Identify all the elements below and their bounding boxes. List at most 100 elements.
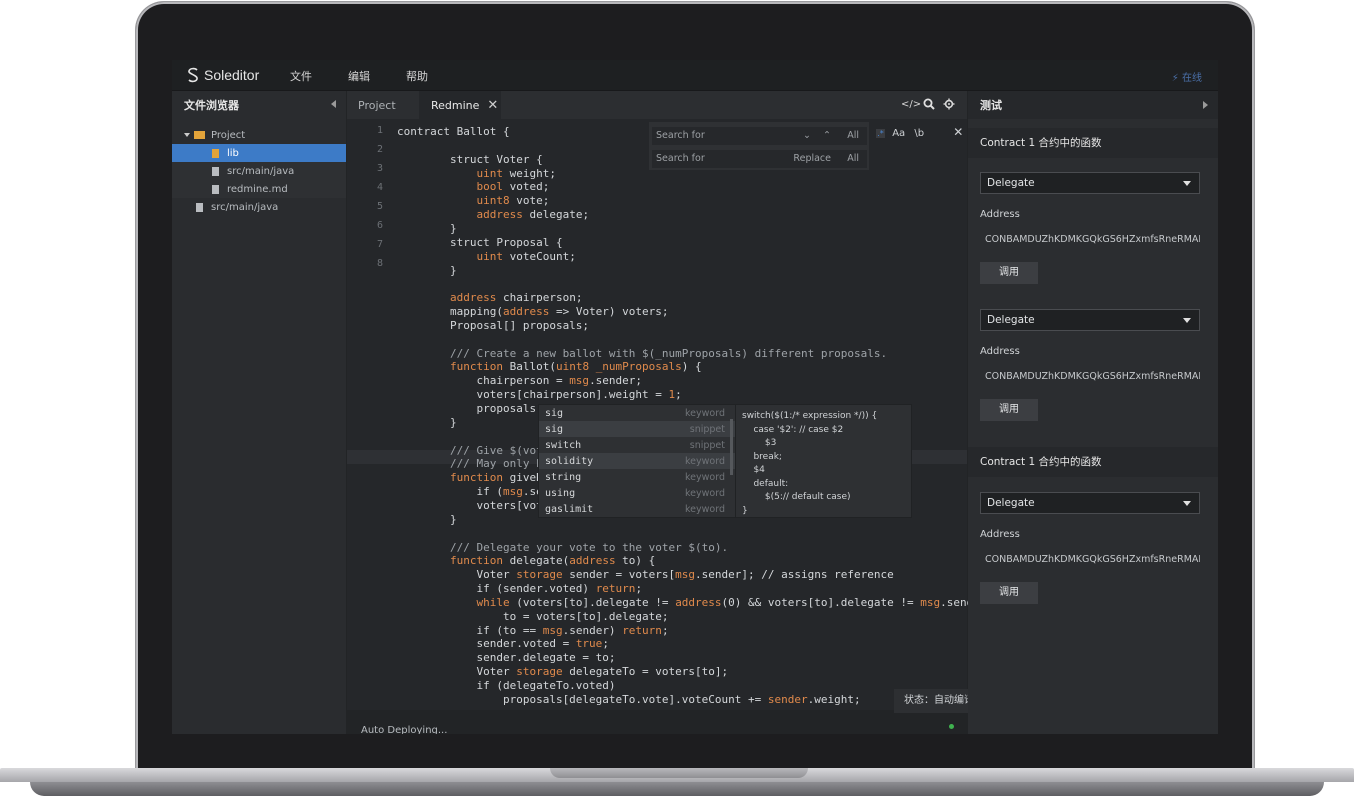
code-token: voteCount;: [502, 249, 576, 263]
find-next-icon[interactable]: ⌄: [803, 127, 811, 145]
settings-gear-icon[interactable]: [943, 98, 955, 110]
snippet-doc-line: $(5:// default case): [742, 492, 851, 502]
code-keyword: msg: [542, 623, 563, 637]
tree-item-lib[interactable]: lib: [172, 144, 346, 162]
tree-item-src-main-java-2[interactable]: src/main/java: [172, 198, 346, 216]
code-token: .sender;: [589, 374, 643, 388]
code-line: voters[chairperson].weight = 1;: [397, 388, 681, 402]
snippet-doc-line: break;: [742, 451, 782, 462]
code-keyword: address: [675, 595, 722, 609]
code-line: /// Delegate your vote to the voter $(to…: [397, 541, 728, 555]
close-tab-icon[interactable]: ✕: [487, 98, 498, 113]
autocomplete-item[interactable]: using keyword: [539, 485, 735, 501]
autocomplete-item[interactable]: switch snippet: [539, 437, 735, 453]
code-keyword: uint: [476, 166, 503, 180]
search-icon[interactable]: [923, 98, 935, 110]
find-input-placeholder: Search for: [656, 130, 705, 141]
call-button[interactable]: 调用: [980, 399, 1038, 421]
replace-input[interactable]: Search for Replace All: [652, 150, 867, 168]
code-token: giveR: [502, 471, 543, 485]
code-line: }: [397, 264, 457, 278]
code-line: chairperson = msg.sender;: [397, 374, 642, 388]
tree-item-label: src/main/java: [211, 201, 279, 213]
address-field[interactable]: CONBAMDUZhKDMKGQkGS6HZxmfsRneRMAFE: [980, 229, 1200, 251]
address-label: Address: [980, 529, 1020, 540]
autocomplete-scrollbar[interactable]: [730, 419, 733, 475]
address-field[interactable]: CONBAMDUZhKDMKGQkGS6HZxmfsRneRMAFE: [980, 366, 1200, 388]
tree-item-src-main-java[interactable]: src/main/java: [172, 162, 346, 180]
code-line: Voter storage delegateTo = voters[to];: [397, 665, 728, 679]
menu-help[interactable]: 帮助: [406, 68, 428, 84]
code-token: chairperson =: [397, 374, 570, 388]
code-icon[interactable]: </>: [901, 99, 921, 110]
find-input[interactable]: Search for ⌄ ⌃ All: [652, 127, 867, 145]
code-token: if (delegateTo.voted): [397, 679, 616, 692]
tree-item-project[interactable]: Project: [172, 126, 346, 144]
tree-item-redmine-md[interactable]: redmine.md: [172, 180, 346, 198]
find-options: .* Aa \b ✕: [876, 125, 963, 139]
file-explorer-header: 文件浏览器: [172, 91, 346, 119]
regex-toggle-icon[interactable]: .*: [876, 129, 885, 138]
autocomplete-label: using: [545, 487, 576, 499]
code-line: /// Give $(vot: [397, 444, 543, 458]
file-icon: [212, 148, 219, 158]
autocomplete-item[interactable]: solidity keyword: [539, 453, 735, 469]
autocomplete-item[interactable]: gaslimit keyword: [539, 501, 735, 517]
contract-section-title: Contract 1 合约中的函数: [968, 447, 1218, 477]
autocomplete-item[interactable]: sig keyword: [539, 405, 735, 421]
line-number-gutter: 1 2 3 4 5 6 7 8: [347, 119, 397, 734]
close-find-icon[interactable]: ✕: [953, 125, 963, 139]
address-field[interactable]: CONBAMDUZhKDMKGQkGS6HZxmfsRneRMAFE: [980, 549, 1200, 571]
chevron-down-icon: [1183, 181, 1191, 186]
code-token: if (to ==: [397, 623, 543, 637]
code-keyword: msg: [569, 374, 590, 388]
editor-tabs: Project Redmine ✕ </>: [347, 91, 967, 119]
autocomplete-kind: keyword: [685, 407, 725, 419]
code-keyword: address: [569, 554, 616, 568]
code-keyword: uint8: [476, 194, 510, 208]
find-all-button[interactable]: All: [847, 127, 859, 145]
call-button[interactable]: 调用: [980, 262, 1038, 284]
code-token: struct Voter {: [397, 152, 543, 166]
code-keyword: return: [622, 623, 662, 637]
menu-file[interactable]: 文件: [290, 68, 312, 84]
function-select[interactable]: Delegate: [980, 309, 1200, 331]
replace-all-button[interactable]: All: [847, 150, 859, 168]
find-prev-icon[interactable]: ⌃: [823, 127, 831, 145]
tab-redmine[interactable]: Redmine ✕: [419, 91, 501, 119]
code-line: address chairperson;: [397, 291, 582, 305]
code-line: address delegate;: [397, 208, 589, 222]
expand-right-icon[interactable]: [1203, 101, 1208, 109]
tab-project[interactable]: Project: [347, 91, 417, 119]
menu-edit[interactable]: 编辑: [348, 68, 370, 84]
code-line: Voter storage sender = voters[msg.sender…: [397, 568, 893, 582]
code-line: sender.delegate = to;: [397, 651, 615, 665]
address-label: Address: [980, 346, 1020, 357]
code-token: mapping(: [397, 305, 503, 319]
find-widget: Search for ⌄ ⌃ All Search for Replace Al…: [648, 121, 870, 171]
soleditor-logo-icon: [188, 67, 198, 83]
code-line: contract Ballot {: [397, 125, 510, 139]
code-token: to = voters[to].delegate;: [397, 609, 669, 623]
autocomplete-item[interactable]: sig snippet: [539, 421, 735, 437]
whole-word-toggle[interactable]: \b: [914, 128, 924, 139]
replace-button[interactable]: Replace: [793, 150, 831, 168]
code-line: function Ballot(uint8 _numProposals) {: [397, 360, 702, 374]
line-number: 8: [376, 258, 383, 269]
autocomplete-label: string: [545, 471, 582, 483]
code-token: if (sender.voted): [397, 582, 596, 596]
tree-item-label: Project: [211, 129, 246, 141]
app-logo[interactable]: Soleditor: [186, 66, 259, 84]
autocomplete-item[interactable]: string keyword: [539, 469, 735, 485]
function-select[interactable]: Delegate: [980, 172, 1200, 194]
call-button[interactable]: 调用: [980, 582, 1038, 604]
match-case-toggle[interactable]: Aa: [892, 128, 905, 139]
function-select[interactable]: Delegate: [980, 492, 1200, 514]
code-keyword: uint8 _numProposals: [555, 360, 682, 374]
collapse-left-icon[interactable]: [331, 100, 336, 108]
code-keyword: return: [595, 582, 636, 596]
